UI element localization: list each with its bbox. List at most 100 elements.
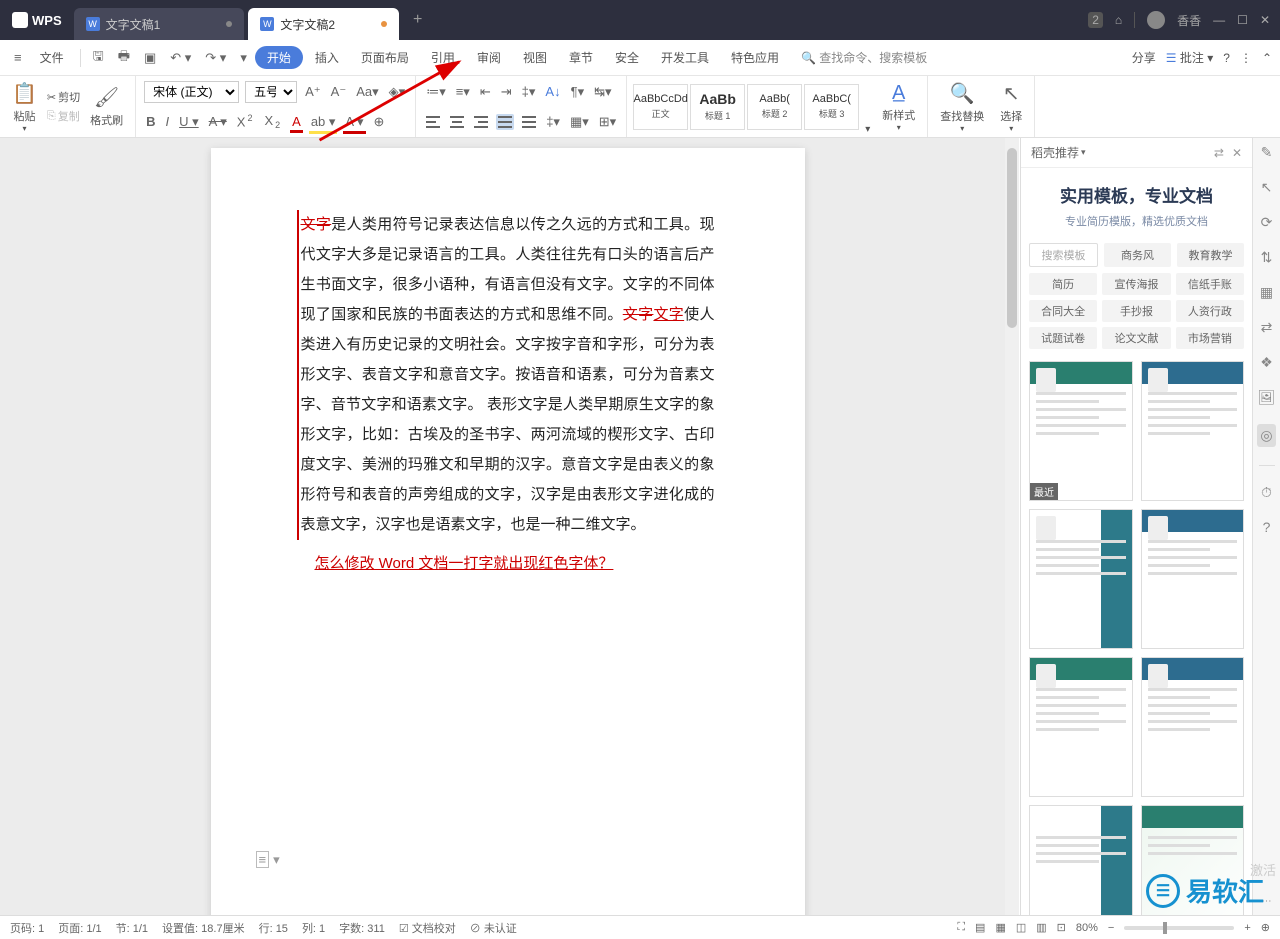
share-button[interactable]: 分享 <box>1132 49 1156 66</box>
template-search[interactable]: 搜索模板 <box>1029 243 1098 267</box>
home-icon[interactable]: ⌂ <box>1115 13 1122 27</box>
template-thumb[interactable] <box>1141 509 1245 649</box>
template-thumb[interactable] <box>1029 657 1133 797</box>
cat-thesis[interactable]: 论文文献 <box>1102 327 1170 349</box>
print-icon[interactable]: 🖶 <box>112 43 136 73</box>
tab-business[interactable]: 商务风 <box>1104 243 1171 267</box>
font-grow-button[interactable]: A⁺ <box>303 82 323 102</box>
question-link[interactable]: 怎么修改 Word 文档一打字就出现红色字体？ <box>301 552 715 573</box>
bullets-button[interactable]: ≔▾ <box>424 82 448 102</box>
status-words[interactable]: 字数: 311 <box>339 920 385 936</box>
template-thumb[interactable] <box>1029 805 1133 915</box>
file-menu[interactable]: 文件 <box>30 45 74 70</box>
status-pageno[interactable]: 页码: 1 <box>10 920 44 936</box>
font-name-select[interactable]: 宋体 (正文) <box>144 81 239 103</box>
indent-dec-button[interactable]: ⇤ <box>478 82 493 102</box>
select-button[interactable]: ↖选择▾ <box>994 79 1028 135</box>
status-page[interactable]: 页面: 1/1 <box>58 920 101 936</box>
zoom-out-button[interactable]: − <box>1108 922 1114 934</box>
italic-button[interactable]: I <box>164 112 172 131</box>
style-h3[interactable]: AaBbC(标题 3 <box>804 84 859 130</box>
style-normal[interactable]: AaBbCcDd正文 <box>633 84 688 130</box>
cat-resume[interactable]: 简历 <box>1029 273 1097 295</box>
copy-button[interactable]: ⎘ 复制 <box>47 108 80 124</box>
session-badge[interactable]: 2 <box>1088 12 1103 28</box>
view-outline-icon[interactable]: ◫ <box>1016 921 1026 934</box>
rail-feature-icon[interactable]: ❖ <box>1260 354 1273 371</box>
tab-education[interactable]: 教育教学 <box>1177 243 1244 267</box>
rail-time-icon[interactable]: ⏱ <box>1261 484 1272 501</box>
menu-features[interactable]: 特色应用 <box>721 45 789 70</box>
template-thumb[interactable] <box>1141 361 1245 501</box>
superscript-button[interactable]: X2 <box>235 111 257 131</box>
rail-table-icon[interactable]: ▦ <box>1260 284 1273 301</box>
menu-review[interactable]: 审阅 <box>467 45 511 70</box>
strike-button[interactable]: A ▾ <box>207 112 229 132</box>
more-icon[interactable]: ⋮ <box>1240 51 1252 65</box>
cat-exam[interactable]: 试题试卷 <box>1029 327 1097 349</box>
zoom-fit-icon[interactable]: ⊕ <box>1261 921 1270 934</box>
page[interactable]: 文字是人类用符号记录表达信息以传之久远的方式和工具。现代文字大多是记录语言的工具… <box>211 148 805 915</box>
rail-image-icon[interactable]: 🖼 <box>1258 389 1276 406</box>
para-spacing-button[interactable]: ‡▾ <box>544 112 562 132</box>
status-col[interactable]: 列: 1 <box>302 920 325 936</box>
bold-button[interactable]: B <box>144 112 157 131</box>
menu-view[interactable]: 视图 <box>513 45 557 70</box>
user-name[interactable]: 香香 <box>1177 12 1201 29</box>
rail-help-icon[interactable]: ? <box>1263 519 1271 535</box>
style-more-icon[interactable]: ▾ <box>863 122 872 137</box>
zoom-value[interactable]: 80% <box>1076 922 1098 934</box>
preview-icon[interactable]: ▣ <box>138 46 162 70</box>
borders-button[interactable]: ⊞▾ <box>597 112 618 132</box>
format-painter-button[interactable]: 🖌格式刷 <box>84 79 129 135</box>
rail-proofread-icon[interactable]: ⟳ <box>1261 214 1273 231</box>
align-distribute-button[interactable] <box>520 114 538 130</box>
annotate-button[interactable]: ☰ 批注 ▾ <box>1166 49 1213 66</box>
find-replace-button[interactable]: 🔍查找替换▾ <box>934 79 990 135</box>
tab-doc1[interactable]: W 文字文稿1 <box>74 8 245 40</box>
menu-insert[interactable]: 插入 <box>305 45 349 70</box>
search-box[interactable]: 🔍 查找命令、搜索模板 <box>791 45 937 70</box>
status-auth[interactable]: ⊘ 未认证 <box>470 920 517 936</box>
minimize-button[interactable]: — <box>1213 13 1225 27</box>
phonetic-button[interactable]: ⊕ <box>372 112 387 132</box>
panel-settings-icon[interactable]: ⇄ <box>1214 146 1224 160</box>
cat-poster[interactable]: 宣传海报 <box>1102 273 1170 295</box>
highlight-button[interactable]: ab ▾ <box>309 112 338 132</box>
change-case-button[interactable]: Aa▾ <box>354 82 380 102</box>
cat-hr[interactable]: 人资行政 <box>1176 300 1244 322</box>
cat-letter[interactable]: 信纸手账 <box>1176 273 1244 295</box>
menu-dev[interactable]: 开发工具 <box>651 45 719 70</box>
style-h1[interactable]: AaBb标题 1 <box>690 84 745 130</box>
align-justify-button[interactable] <box>496 114 514 130</box>
style-h2[interactable]: AaBb(标题 2 <box>747 84 802 130</box>
align-right-button[interactable] <box>472 114 490 130</box>
template-thumb[interactable] <box>1141 657 1245 797</box>
numbering-button[interactable]: ≡▾ <box>454 82 472 102</box>
status-section[interactable]: 节: 1/1 <box>116 920 148 936</box>
status-row[interactable]: 行: 15 <box>259 920 288 936</box>
tab-doc2[interactable]: W 文字文稿2 <box>248 8 399 40</box>
view-print-icon[interactable]: ▤ <box>975 921 985 934</box>
sort-button[interactable]: A↓ <box>543 82 562 101</box>
body-paragraph[interactable]: 文字是人类用符号记录表达信息以传之久远的方式和工具。现代文字大多是记录语言的工具… <box>297 210 715 540</box>
zoom-slider[interactable] <box>1124 926 1234 930</box>
subscript-button[interactable]: X2 <box>262 111 284 133</box>
collapse-ribbon-icon[interactable]: ⌃ <box>1262 51 1272 65</box>
dropdown-icon[interactable]: ▾ <box>234 46 253 70</box>
menu-icon[interactable]: ≡ <box>8 46 28 69</box>
tab-add-button[interactable]: + <box>403 11 432 29</box>
paste-button[interactable]: 📋粘贴▾ <box>6 79 43 135</box>
rail-convert-icon[interactable]: ⇄ <box>1261 319 1273 336</box>
maximize-button[interactable]: ☐ <box>1237 13 1248 27</box>
underline-button[interactable]: U ▾ <box>177 112 201 132</box>
show-marks-button[interactable]: ¶▾ <box>569 82 587 102</box>
font-color-button[interactable]: A ▾ <box>343 112 365 132</box>
help-icon[interactable]: ? <box>1223 51 1230 65</box>
rail-sync-icon[interactable]: ⇅ <box>1261 249 1273 266</box>
wps-logo[interactable]: WPS <box>0 12 74 28</box>
align-center-button[interactable] <box>448 114 466 130</box>
template-thumb[interactable] <box>1029 509 1133 649</box>
rail-select-icon[interactable]: ↖ <box>1261 179 1273 196</box>
vertical-scrollbar[interactable] <box>1005 138 1019 915</box>
